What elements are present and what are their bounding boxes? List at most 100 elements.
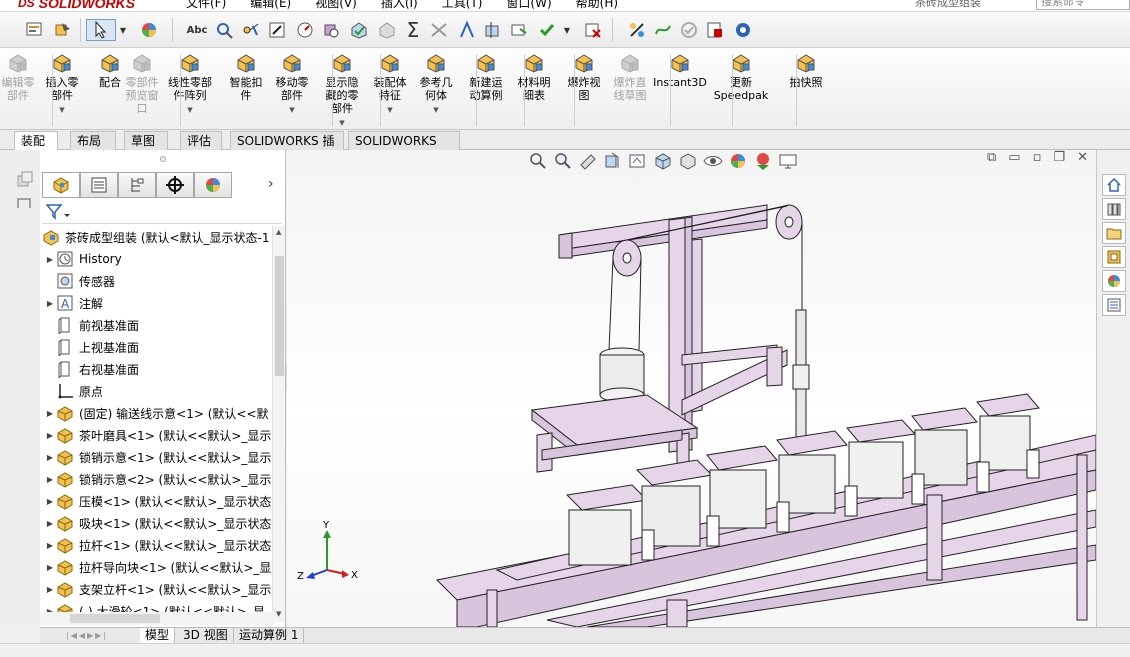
interference-icon[interactable] [428,19,450,41]
select-dropdown-icon[interactable]: ▼ [118,19,128,41]
tab-scroll-arrows[interactable]: |◀◀▶▶| [66,631,108,640]
assembly-model[interactable]: Y X Z [287,150,1096,627]
expand-arrow-icon[interactable]: ▶ [44,497,56,506]
chevron-right-icon[interactable]: › [268,176,274,192]
tab-1[interactable]: 布局 [70,131,116,150]
menu-item[interactable]: 视图(V) [315,0,357,11]
tree-item[interactable]: ▶ 支架立杆<1> (默认<<默认>_显示 [44,578,272,600]
tree-item[interactable]: ▶ 拉杆导向块<1> (默认<<默认>_显 [44,556,272,578]
grey-part-icon[interactable] [376,19,398,41]
bom-button[interactable]: 材料明 细表 [512,52,556,102]
flow-icon[interactable] [652,19,674,41]
tree-item[interactable]: ▶ 压模<1> (默认<<默认>_显示状态 [44,490,272,512]
dropdown-arrow-icon[interactable]: ▼ [187,104,192,117]
instant3d-button[interactable]: Instant3D [652,52,708,89]
bottom-tab-2[interactable]: 运动算例 1 [234,628,305,644]
custom-properties-icon[interactable] [1102,294,1126,316]
tree-item[interactable]: ▶ 茶叶磨具<1> (默认<<默认>_显示 [44,424,272,446]
tab-property-manager[interactable] [80,172,118,198]
expand-arrow-icon[interactable]: ▶ [44,519,56,528]
exploded-view-button[interactable]: 爆炸视 图 [562,52,606,102]
app-logo[interactable]: DS SOLIDWORKS [18,0,135,11]
insert-component-button[interactable]: 插入零 部件 ▼ [40,52,84,117]
expand-arrow-icon[interactable]: ▶ [44,453,56,462]
sum-icon[interactable]: Σ [402,18,424,42]
check-dropdown-arrow-icon[interactable]: ▼ [562,19,572,41]
view-palette-icon[interactable] [1102,246,1126,268]
inspect-icon[interactable] [320,19,342,41]
tree-item[interactable]: ▶ History [44,248,272,270]
menu-item[interactable]: 插入(I) [381,0,418,11]
dropdown-arrow-icon[interactable]: ▼ [339,117,344,130]
linear-pattern-button[interactable]: 线性零部 件阵列 ▼ [168,52,212,117]
motion-study-button[interactable]: 新建运 动算例 [464,52,508,102]
expand-arrow-icon[interactable]: ▶ [44,409,56,418]
publish-icon[interactable] [704,19,726,41]
section-icon[interactable] [482,19,504,41]
tab-display-manager[interactable] [194,172,232,198]
appearances-icon[interactable] [1102,270,1126,292]
left-line-icon[interactable] [16,196,34,213]
smart-dimension-icon[interactable] [214,19,236,41]
tab-5[interactable]: SOLIDWORKS MBD [348,131,460,166]
tree-horizontal-scrollbar[interactable] [40,612,274,625]
menu-item[interactable]: 帮助(H) [576,0,618,11]
tab-3[interactable]: 评估 [180,131,222,150]
component-preview-button[interactable]: 零部件 预览窗 口 [120,52,164,115]
dropdown-arrow-icon[interactable]: ▼ [289,104,294,117]
tab-4[interactable]: SOLIDWORKS 插件 [230,131,344,166]
home-icon[interactable] [1102,174,1126,196]
tree-item[interactable]: ▶ A 注解 [44,292,272,314]
tree-item[interactable]: 传感器 [44,270,272,292]
show-hidden-button[interactable]: 显示隐 藏的零 部件 ▼ [320,52,364,130]
appearance-icon[interactable] [138,19,160,41]
dropdown-arrow-icon[interactable]: ▼ [433,104,438,117]
tab-0[interactable]: 装配体 [14,131,58,166]
note-icon[interactable] [240,19,262,41]
tree-filter[interactable] [42,200,282,224]
reference-geometry-button[interactable]: 参考几 何体 ▼ [414,52,458,117]
expand-arrow-icon[interactable]: ▶ [44,585,56,594]
graphics-area[interactable]: ⧉ ▭ ▫ ❐ ✕ Y X Z [287,150,1096,627]
tree-item[interactable]: 右视基准面 [44,358,272,380]
tab-dimxpert[interactable] [156,172,194,198]
expand-arrow-icon[interactable]: ▶ [44,563,56,572]
file-explorer-icon[interactable] [1102,222,1126,244]
smart-fastener-button[interactable]: 智能扣 件 [224,52,268,102]
rebuild-icon[interactable] [52,19,74,41]
clear-selection-icon[interactable] [582,19,604,41]
tree-item[interactable]: 原点 [44,380,272,402]
tab-feature-tree[interactable] [42,172,80,198]
tree-item[interactable]: ▶ 锁销示意<2> (默认<<默认>_显示 [44,468,272,490]
tree-item[interactable]: ▶ 拉杆<1> (默认<<默认>_显示状态 [44,534,272,556]
move-component-button[interactable]: 移动零 部件 ▼ [270,52,314,117]
check-dropdown-icon[interactable] [536,19,558,41]
measure-icon[interactable] [456,19,478,41]
expand-arrow-icon[interactable]: ▶ [44,431,56,440]
gauge-icon[interactable] [294,19,316,41]
design-library-icon[interactable] [1102,198,1126,220]
tree-item[interactable]: ▶ (固定) 输送线示意<1> (默认<<默 [44,402,272,424]
menu-item[interactable]: 文件(F) [186,0,226,11]
check-part-icon[interactable] [348,19,370,41]
assembly-feature-button[interactable]: 装配体 特征 ▼ [368,52,412,117]
options-icon[interactable] [24,19,46,41]
simulation-icon[interactable] [626,19,648,41]
search-commands-input[interactable]: 搜索命令 [1036,0,1130,10]
speedpak-button[interactable]: 更新 Speedpak [712,52,770,102]
bottom-tab-1[interactable]: 3D 视图 [178,628,234,644]
edit-sketch-icon[interactable] [266,19,288,41]
explode-line-button[interactable]: 爆炸直 线草图 [608,52,652,102]
dropdown-arrow-icon[interactable]: ▼ [387,104,392,117]
check-grey-icon[interactable] [678,19,700,41]
tree-vertical-scrollbar[interactable]: ▲ ▼ [272,226,285,622]
tab-2[interactable]: 草图 [124,131,168,150]
expand-arrow-icon[interactable]: ▶ [44,255,56,264]
menu-item[interactable]: 工具(T) [442,0,483,11]
global-icon[interactable] [732,19,754,41]
tree-item[interactable]: 上视基准面 [44,336,272,358]
menu-item[interactable]: 编辑(E) [250,0,291,11]
expand-arrow-icon[interactable]: ▶ [44,541,56,550]
view-tools-icon[interactable] [508,19,530,41]
dropdown-arrow-icon[interactable]: ▼ [59,104,64,117]
